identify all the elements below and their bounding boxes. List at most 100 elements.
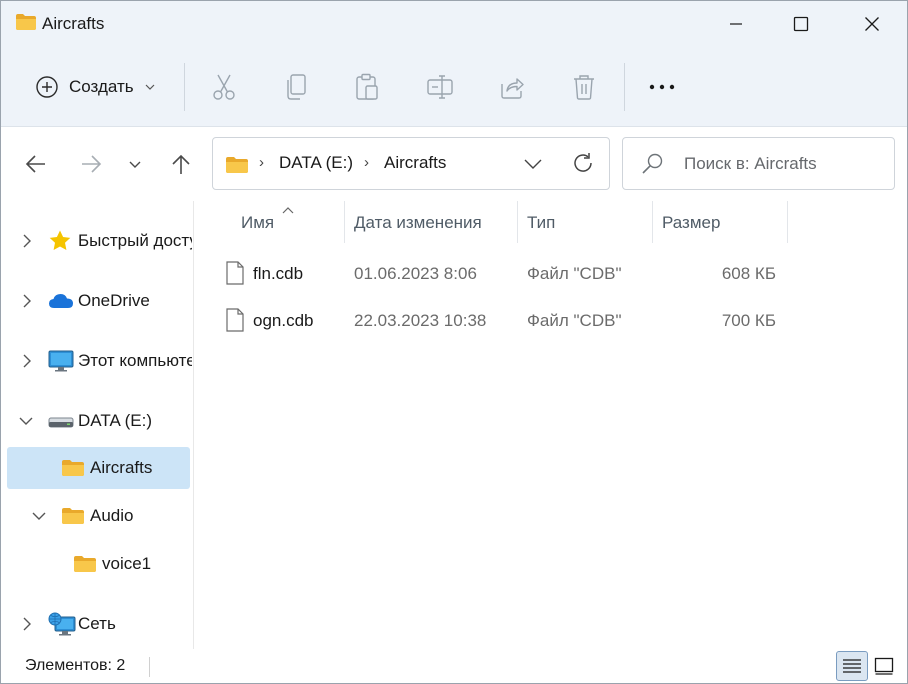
forward-button[interactable] — [73, 147, 109, 181]
file-type: Файл "CDB" — [527, 311, 622, 330]
search-input[interactable] — [682, 148, 882, 180]
folder-icon — [61, 458, 85, 483]
nav-item-label: OneDrive — [78, 291, 150, 310]
close-icon — [865, 17, 879, 31]
chevron-right-icon[interactable] — [19, 616, 35, 632]
sort-ascending-icon — [282, 199, 294, 219]
paste-button[interactable] — [349, 69, 385, 105]
nav-item-audio[interactable]: Audio — [1, 495, 192, 537]
delete-icon — [574, 75, 594, 100]
chevron-down-icon[interactable] — [18, 413, 34, 429]
nav-item-label: voice1 — [102, 554, 152, 573]
paste-icon — [356, 73, 378, 100]
delete-button[interactable] — [566, 69, 602, 105]
plus-circle-icon — [36, 76, 58, 98]
rename-button[interactable] — [422, 69, 458, 105]
tiles-view-icon — [874, 657, 894, 675]
nav-item-label: DATA (E:) — [78, 411, 152, 430]
column-header-type[interactable]: Тип — [527, 213, 555, 233]
nav-item-data-drive[interactable]: DATA (E:) — [1, 400, 192, 442]
chevron-right-icon[interactable] — [19, 293, 35, 309]
chevron-down-icon — [524, 159, 542, 169]
minimize-icon — [730, 23, 742, 25]
chevron-right-icon[interactable] — [19, 353, 35, 369]
column-header-size[interactable]: Размер — [662, 213, 720, 233]
chevron-down-icon — [145, 84, 155, 90]
file-row[interactable]: fln.cdb 01.06.2023 8:06 Файл "CDB" 608 К… — [211, 252, 791, 296]
minimize-button[interactable] — [701, 1, 771, 47]
arrow-left-icon — [25, 155, 45, 173]
command-bar: Создать — [1, 47, 907, 127]
file-size: 700 КБ — [721, 311, 776, 330]
item-count: Элементов: 2 — [25, 657, 126, 674]
chevron-right-icon[interactable] — [19, 233, 35, 249]
share-button[interactable] — [494, 69, 530, 105]
nav-item-this-pc[interactable]: Этот компьютер — [1, 340, 192, 382]
more-options-button[interactable] — [644, 69, 680, 105]
details-view-icon — [843, 659, 861, 673]
file-row[interactable]: ogn.cdb 22.03.2023 10:38 Файл "CDB" 700 … — [211, 299, 791, 343]
nav-item-aircrafts[interactable]: Aircrafts — [7, 447, 190, 489]
breadcrumb-folder[interactable]: Aircrafts — [384, 153, 446, 173]
refresh-button[interactable] — [570, 150, 596, 176]
column-separator[interactable] — [787, 201, 788, 243]
star-icon — [48, 229, 72, 258]
address-bar[interactable]: › DATA (E:) › Aircrafts — [212, 137, 610, 190]
chevron-down-icon[interactable] — [31, 508, 47, 524]
column-separator[interactable] — [517, 201, 518, 243]
file-modified: 22.03.2023 10:38 — [354, 311, 487, 330]
refresh-icon — [574, 153, 592, 172]
arrow-up-icon — [172, 154, 190, 174]
share-icon — [501, 78, 524, 99]
cut-button[interactable] — [206, 69, 242, 105]
chevron-down-icon — [129, 161, 141, 168]
maximize-button[interactable] — [766, 1, 836, 47]
search-box[interactable] — [622, 137, 895, 190]
column-header-name[interactable]: Имя — [241, 213, 274, 233]
file-modified: 01.06.2023 8:06 — [354, 264, 477, 283]
cloud-icon — [48, 292, 74, 315]
more-icon — [649, 84, 675, 90]
large-icons-view-button[interactable] — [868, 651, 900, 681]
details-view-button[interactable] — [836, 651, 868, 681]
toolbar-separator — [624, 63, 625, 111]
address-history-button[interactable] — [521, 152, 545, 176]
up-button[interactable] — [163, 147, 199, 181]
network-icon — [48, 611, 76, 642]
toolbar-separator — [184, 63, 185, 111]
nav-item-onedrive[interactable]: OneDrive — [1, 280, 192, 322]
folder-icon — [61, 506, 85, 531]
file-type: Файл "CDB" — [527, 264, 622, 283]
file-name: fln.cdb — [253, 264, 304, 283]
nav-item-label: Сеть — [78, 614, 116, 633]
nav-item-label: Этот компьютер — [78, 351, 192, 370]
column-separator[interactable] — [344, 201, 345, 243]
arrow-right-icon — [82, 155, 102, 173]
status-bar: Элементов: 2 — [1, 649, 907, 683]
close-button[interactable] — [837, 1, 907, 47]
chevron-right-icon: › — [364, 154, 369, 171]
pane-splitter[interactable] — [193, 201, 194, 649]
column-header-modified[interactable]: Дата изменения — [354, 213, 482, 233]
file-icon — [225, 261, 245, 290]
create-button[interactable]: Создать — [25, 67, 166, 107]
column-separator[interactable] — [652, 201, 653, 243]
status-separator — [149, 657, 150, 677]
maximize-icon — [793, 16, 809, 32]
folder-icon — [15, 12, 37, 37]
folder-icon — [73, 554, 97, 579]
back-button[interactable] — [18, 147, 54, 181]
copy-button[interactable] — [278, 69, 314, 105]
nav-item-quick-access[interactable]: Быстрый доступ — [1, 220, 192, 262]
nav-item-network[interactable]: Сеть — [1, 603, 192, 645]
copy-icon — [287, 74, 306, 100]
recent-locations-button[interactable] — [117, 147, 153, 181]
explorer-window: Aircrafts Создать › DATA (E:) › Aircraft… — [0, 0, 908, 684]
nav-item-voice1[interactable]: voice1 — [1, 543, 192, 585]
breadcrumb-drive[interactable]: DATA (E:) — [279, 153, 353, 173]
window-title: Aircrafts — [42, 14, 105, 33]
nav-item-label: Aircrafts — [90, 458, 153, 477]
file-name: ogn.cdb — [253, 311, 314, 330]
monitor-icon — [48, 350, 74, 377]
chevron-right-icon: › — [259, 154, 264, 171]
